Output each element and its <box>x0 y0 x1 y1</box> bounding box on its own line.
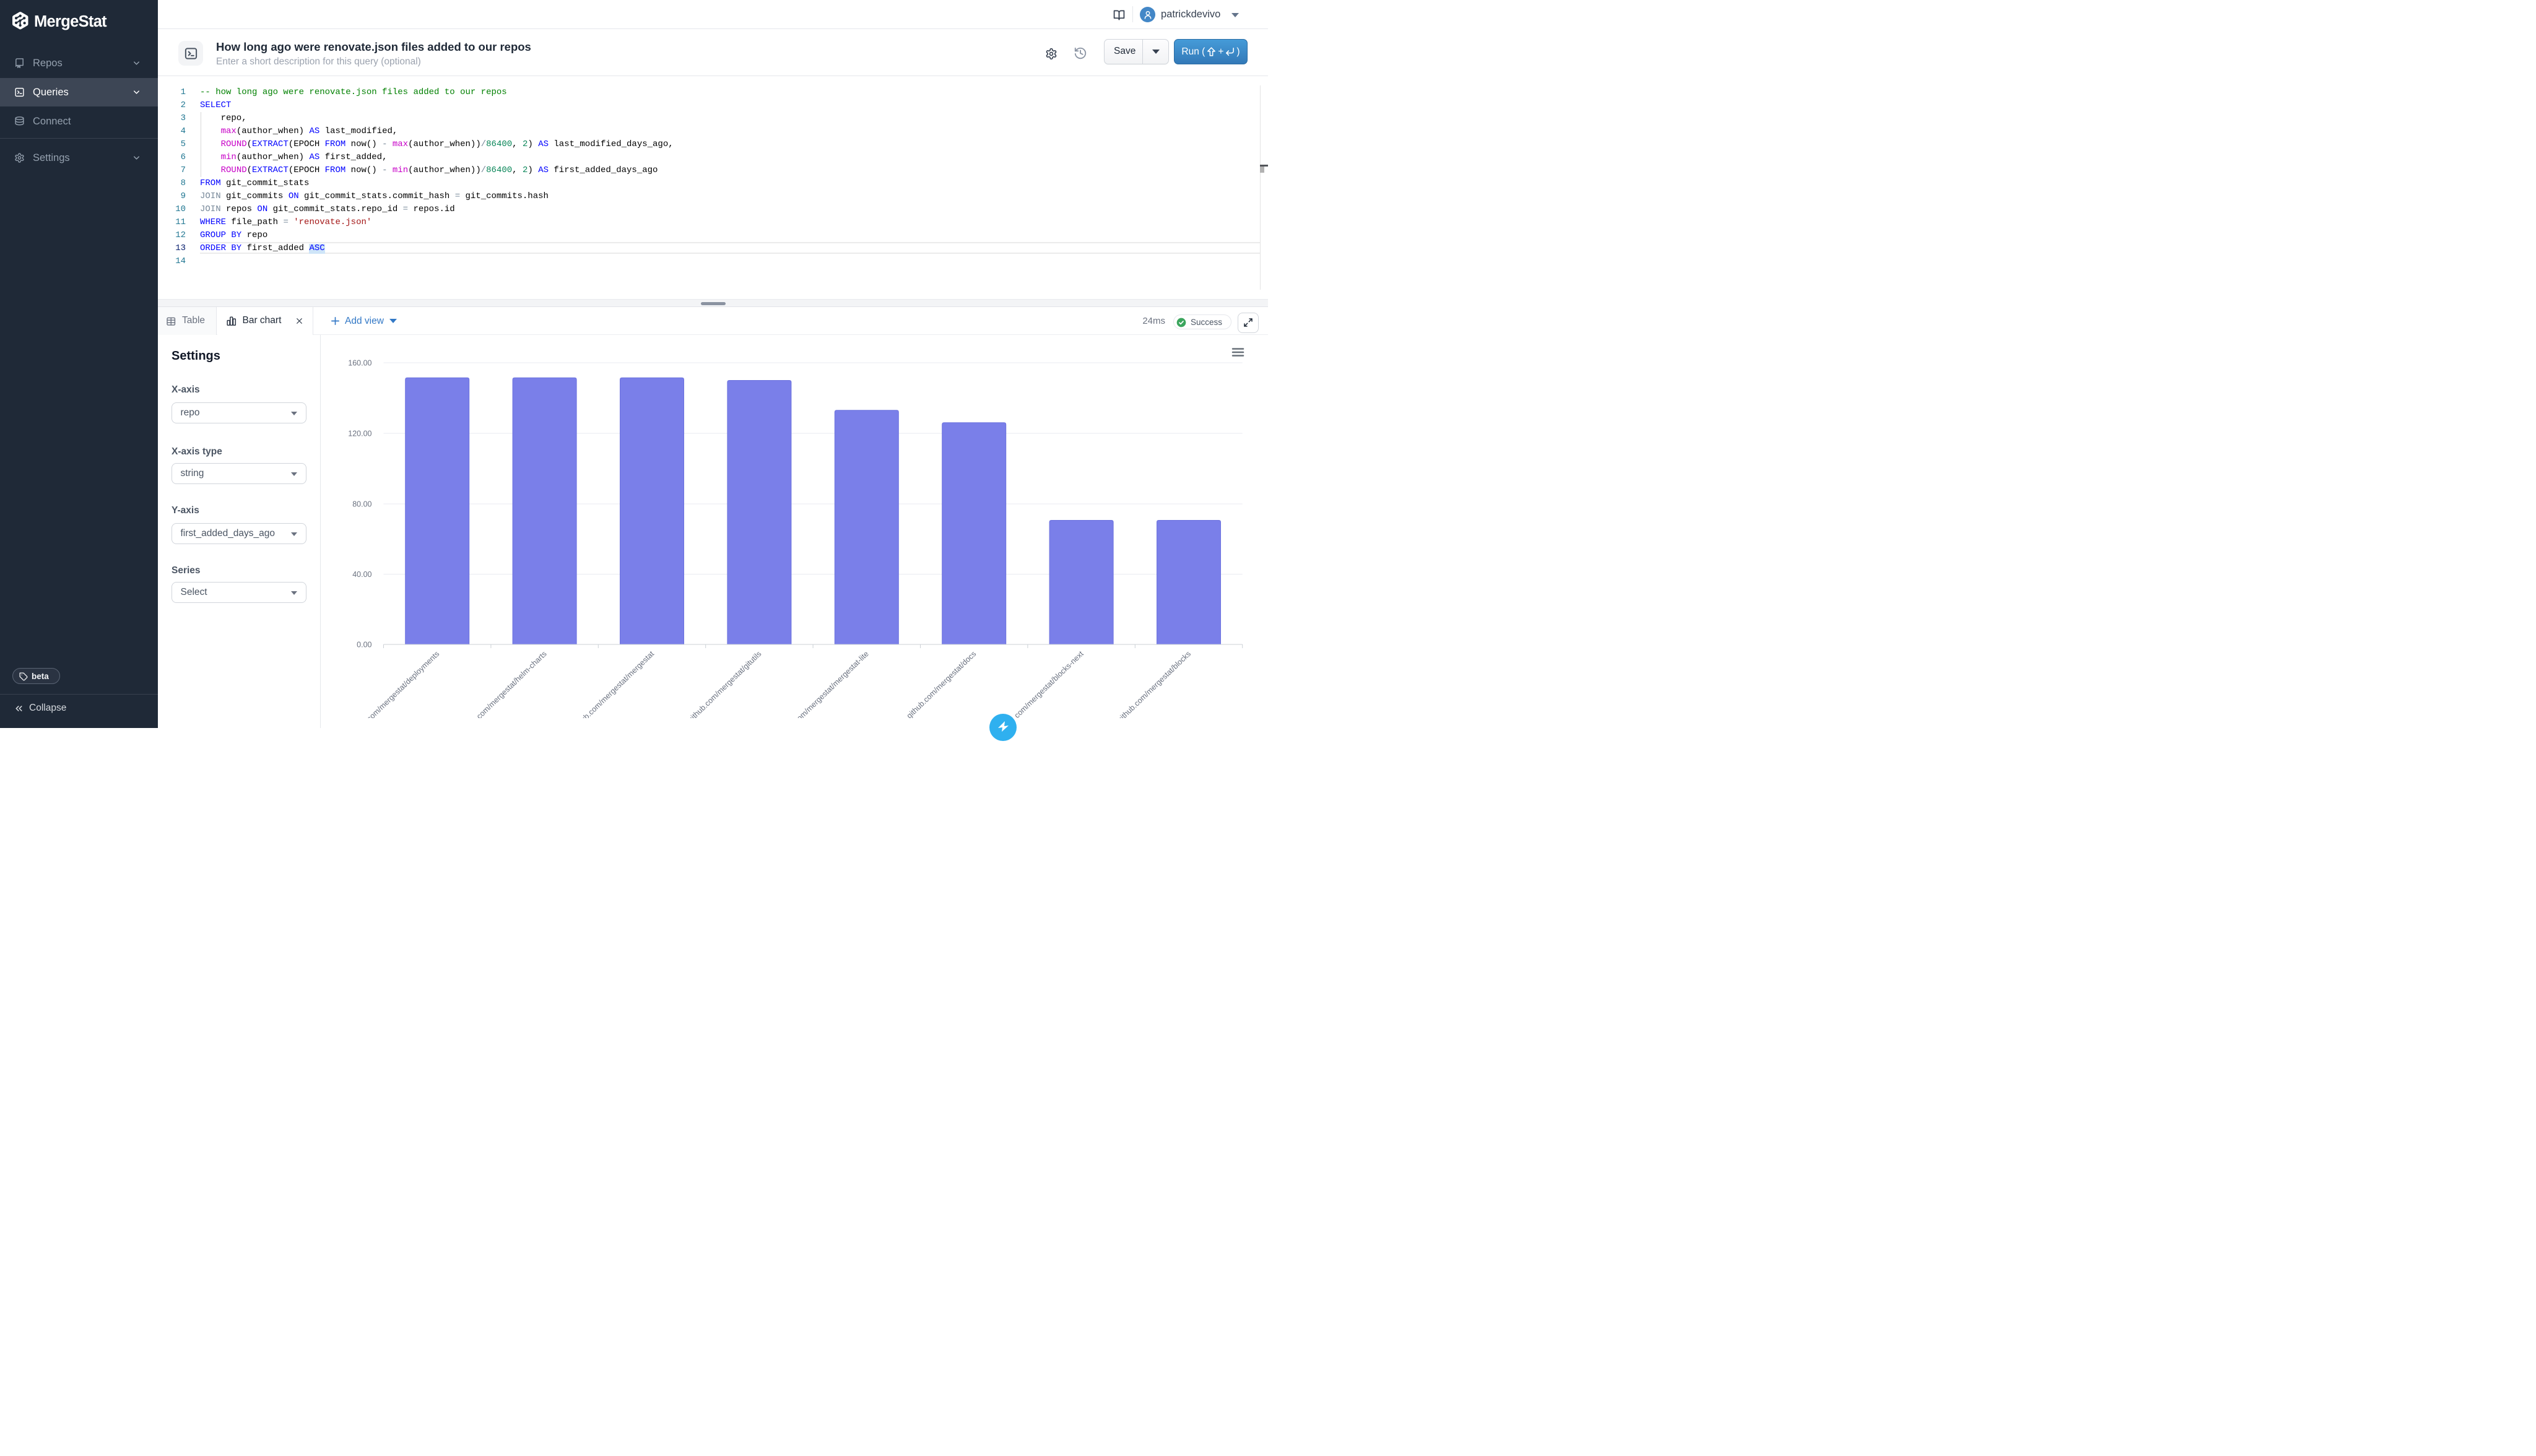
svg-text:160.00: 160.00 <box>348 359 371 368</box>
svg-text:40.00: 40.00 <box>352 570 371 579</box>
svg-text:github.com/mergestat/mergestat: github.com/mergestat/mergestat-lite <box>775 649 870 718</box>
svg-text:github.com/mergestat/blocks: github.com/mergestat/blocks <box>1115 649 1192 718</box>
svg-text:80.00: 80.00 <box>352 500 371 509</box>
svg-text:github.com/mergestat/docs: github.com/mergestat/docs <box>905 649 978 718</box>
svg-text:120.00: 120.00 <box>348 430 371 438</box>
svg-text:github.com/mergestat/mergestat: github.com/mergestat/mergestat <box>570 649 656 718</box>
svg-text:github.com/mergestat/deploymen: github.com/mergestat/deployments <box>348 649 441 718</box>
svg-text:github.com/mergestat/helm-char: github.com/mergestat/helm-charts <box>458 649 549 718</box>
svg-text:github.com/mergestat/blocks-ne: github.com/mergestat/blocks-next <box>996 649 1085 718</box>
svg-text:github.com/mergestat/gitutils: github.com/mergestat/gitutils <box>686 649 763 718</box>
svg-text:0.00: 0.00 <box>357 641 371 649</box>
